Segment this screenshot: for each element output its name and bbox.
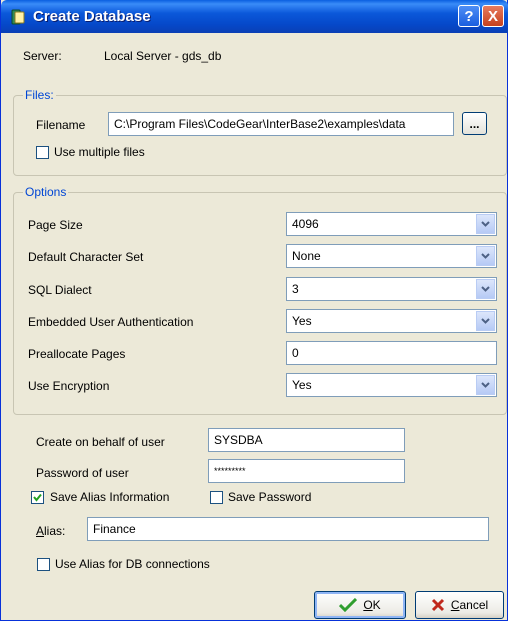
charset-value: None	[292, 249, 321, 263]
save-alias-label: Save Alias Information	[50, 490, 170, 504]
create-database-dialog: Create Database ? X Server: Local Server…	[0, 0, 508, 621]
title-bar[interactable]: Create Database ? X	[1, 0, 508, 33]
password-input[interactable]: *********	[208, 459, 405, 483]
encryption-value: Yes	[292, 378, 312, 392]
close-button[interactable]: X	[482, 5, 504, 27]
save-alias-checkbox[interactable]	[31, 491, 44, 504]
sql-dialect-value: 3	[292, 282, 299, 296]
embedded-auth-value: Yes	[292, 314, 312, 328]
use-alias-checkbox[interactable]	[37, 558, 50, 571]
chevron-down-icon[interactable]	[476, 311, 495, 331]
use-multiple-files-checkbox[interactable]	[36, 146, 49, 159]
embedded-auth-label: Embedded User Authentication	[28, 315, 194, 329]
ok-label: OK	[363, 598, 381, 612]
cancel-label: Cancel	[450, 598, 489, 612]
chevron-down-icon[interactable]	[476, 246, 495, 266]
browse-button[interactable]: ...	[462, 112, 487, 135]
page-size-label: Page Size	[28, 218, 83, 232]
save-password-checkbox[interactable]	[210, 491, 223, 504]
checkmark-icon	[33, 493, 42, 502]
server-value: Local Server - gds_db	[104, 49, 222, 63]
behalf-user-label: Create on behalf of user	[36, 435, 165, 449]
window-title: Create Database	[33, 8, 151, 25]
filename-label: Filename	[36, 118, 86, 132]
checkmark-icon	[339, 598, 358, 612]
use-alias-label: Use Alias for DB connections	[55, 557, 210, 571]
charset-label: Default Character Set	[28, 250, 144, 264]
sql-dialect-label: SQL Dialect	[28, 283, 92, 297]
database-icon	[11, 9, 25, 25]
x-icon	[431, 598, 444, 612]
encryption-label: Use Encryption	[28, 379, 110, 393]
password-label: Password of user	[36, 466, 129, 480]
cancel-button[interactable]: Cancel	[415, 591, 504, 619]
encryption-select[interactable]: Yes	[286, 373, 497, 397]
save-password-label: Save Password	[228, 490, 312, 504]
preallocate-input[interactable]: 0	[286, 341, 497, 365]
page-size-value: 4096	[292, 217, 319, 231]
sql-dialect-select[interactable]: 3	[286, 277, 497, 301]
chevron-down-icon[interactable]	[476, 375, 495, 395]
chevron-down-icon[interactable]	[476, 279, 495, 299]
server-label: Server:	[23, 49, 62, 63]
alias-input[interactable]: Finance	[87, 517, 489, 541]
use-multiple-files-label: Use multiple files	[54, 145, 145, 159]
options-legend: Options	[23, 185, 69, 199]
behalf-user-input[interactable]: SYSDBA	[208, 428, 405, 452]
embedded-auth-select[interactable]: Yes	[286, 309, 497, 333]
ok-button[interactable]: OK	[314, 591, 406, 619]
help-button[interactable]: ?	[458, 5, 480, 27]
chevron-down-icon[interactable]	[476, 214, 495, 234]
charset-select[interactable]: None	[286, 244, 497, 268]
page-size-select[interactable]: 4096	[286, 212, 497, 236]
files-legend: Files:	[23, 88, 56, 102]
filename-input[interactable]: C:\Program Files\CodeGear\InterBase2\exa…	[108, 112, 454, 136]
preallocate-label: Preallocate Pages	[28, 347, 126, 361]
alias-label: Alias:	[36, 524, 66, 538]
